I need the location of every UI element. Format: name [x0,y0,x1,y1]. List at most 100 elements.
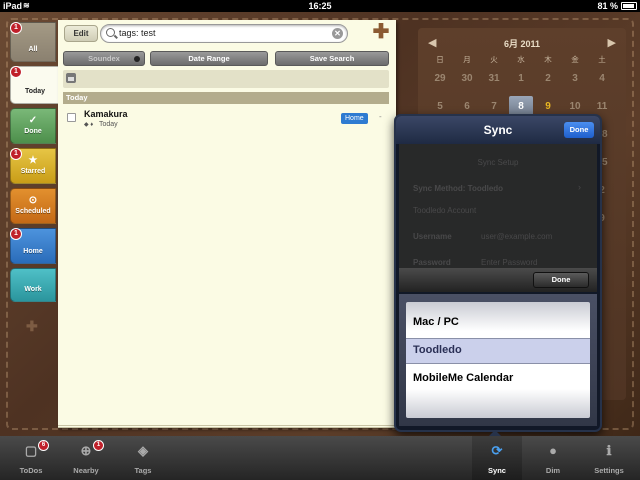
password-label: Password [413,258,451,267]
calendar-day[interactable]: 4 [590,68,614,90]
globe-icon: ⊕ [80,443,92,458]
toolbar-label: Tags [134,466,152,475]
toolbar-sync-button[interactable]: ⟳ Sync [472,436,522,480]
checkmark-icon: ✓ [28,115,38,126]
task-checkbox[interactable] [67,113,76,122]
toggle-indicator [134,56,140,62]
calendar-icon [66,73,76,83]
search-field[interactable]: tags: test ✕ [100,24,348,43]
picker-option-toodledo[interactable]: Toodledo [413,344,462,356]
search-icon [106,28,115,37]
toolbar-label: Dim [545,466,561,475]
sync-icon: ⟳ [491,443,503,458]
chevron-right-icon[interactable]: ▶ [608,36,616,49]
weekday-label: 土 [598,55,606,64]
sync-setup-form: Sync Setup Sync Method: Toodledo › Toodl… [399,144,597,270]
star-icon: ★ [28,155,38,166]
battery-level: 81 % [597,1,618,11]
picker-wheel[interactable]: Mac / PC Toodledo MobileMe Calendar [406,302,590,418]
info-icon: ℹ [606,443,612,458]
todos-badge: 6 [38,440,49,451]
tab-label: Home [23,248,43,255]
weekday-label: 木 [544,55,552,64]
date-range-button[interactable]: Date Range [150,51,268,66]
tab-today[interactable]: 1 Today [10,66,60,104]
tab-label: Starred [20,168,46,175]
picker-done-button[interactable]: Done [533,272,589,288]
toolbar-nearby-button[interactable]: ⊕ 1 Nearby [61,436,111,480]
picker-option-mobileme[interactable]: MobileMe Calendar [413,372,513,384]
account-heading: Toodledo Account [413,206,477,215]
wifi-icon: ≋ [23,1,30,10]
task-priority: - [379,112,382,121]
calendar-month: 6月 2011 [503,39,541,49]
tab-label: Scheduled [15,208,51,215]
password-field[interactable]: Enter Password [481,258,537,267]
section-header: Today [63,92,389,104]
weekday-label: 日 [436,55,444,64]
tab-label: Work [24,286,42,293]
task-due-date: Today [99,121,118,128]
tag-icon: ◈ [138,443,148,458]
chevron-right-icon: › [578,182,581,192]
tab-label: All [28,46,38,53]
calendar-filter-row[interactable] [63,70,389,88]
tag-pin-icon: ◆ ♦ [84,122,94,128]
calendar-day[interactable]: 3 [563,68,587,90]
task-context-badge: Home [341,113,368,124]
popover-done-button[interactable]: Done [564,122,594,138]
calendar-day[interactable]: 29 [428,68,452,90]
search-input[interactable]: tags: test [119,28,156,38]
picker-toolbar: Done [399,268,597,292]
tab-scheduled[interactable]: ⊙ Scheduled [10,188,56,224]
toolbar-label: Nearby [73,466,99,475]
tab-done[interactable]: ✓ Done [10,108,56,144]
tab-starred[interactable]: 1 ★ Starred [10,148,56,184]
toolbar-tags-button[interactable]: ◈ Tags [118,436,168,480]
toolbar-label: Settings [594,466,624,475]
toolbar-label: Sync [488,466,506,475]
tab-label: Done [24,128,42,135]
todo-list-panel: Edit tags: test ✕ ✚ Soundex Date Range S… [58,20,396,428]
toolbar-settings-button[interactable]: ℹ Settings [584,436,634,480]
username-field[interactable]: user@example.com [481,232,552,241]
edit-button[interactable]: Edit [64,25,98,42]
tab-label: Today [24,88,46,95]
toolbar-dim-button[interactable]: ● Dim [528,436,578,480]
clock: 16:25 [308,1,332,11]
task-title[interactable]: Kamakura [84,109,128,119]
calendar-day[interactable]: 2 [536,68,560,90]
sync-setup-heading: Sync Setup [477,158,519,167]
lightbulb-icon: ● [549,443,557,458]
sync-method-row[interactable]: Sync Method: Toodledo [413,184,503,193]
calendar-day[interactable]: 1 [509,68,533,90]
tab-all[interactable]: 1 All [10,22,56,62]
calendar-day[interactable]: 30 [455,68,479,90]
soundex-toggle[interactable]: Soundex [63,51,145,66]
username-label: Username [413,232,452,241]
picker-option-mac-pc[interactable]: Mac / PC [413,316,459,328]
status-bar: iPad ≋ 16:25 81 % [0,0,640,12]
clock-icon: ⊙ [28,195,38,206]
battery-icon [621,2,637,10]
bottom-toolbar: ▢ 6 ToDos ⊕ 1 Nearby ◈ Tags ⟳ Sync ● Dim… [0,436,640,480]
popover-header: Sync Done [396,116,600,144]
save-search-button[interactable]: Save Search [275,51,389,66]
add-tab-button[interactable]: ✚ [26,318,38,335]
sync-popover: Sync Done Sync Setup Sync Method: Toodle… [394,114,602,432]
clear-search-icon[interactable]: ✕ [332,28,343,39]
tab-work[interactable]: Work [10,268,56,302]
device-name: iPad [3,1,23,11]
sync-method-picker[interactable]: Mac / PC Toodledo MobileMe Calendar [399,294,597,426]
todos-icon: ▢ [24,443,38,458]
weekday-label: 火 [490,55,498,64]
calendar-day[interactable]: 31 [482,68,506,90]
nearby-badge: 1 [93,440,104,451]
tab-badge: 1 [10,22,22,34]
tab-home[interactable]: 1 Home [10,228,56,264]
add-todo-button[interactable]: ✚ [372,22,390,42]
tab-badge: 1 [10,228,22,240]
weekday-label: 月 [463,55,471,64]
toolbar-todos-button[interactable]: ▢ 6 ToDos [6,436,56,480]
weekday-label: 金 [571,55,579,64]
